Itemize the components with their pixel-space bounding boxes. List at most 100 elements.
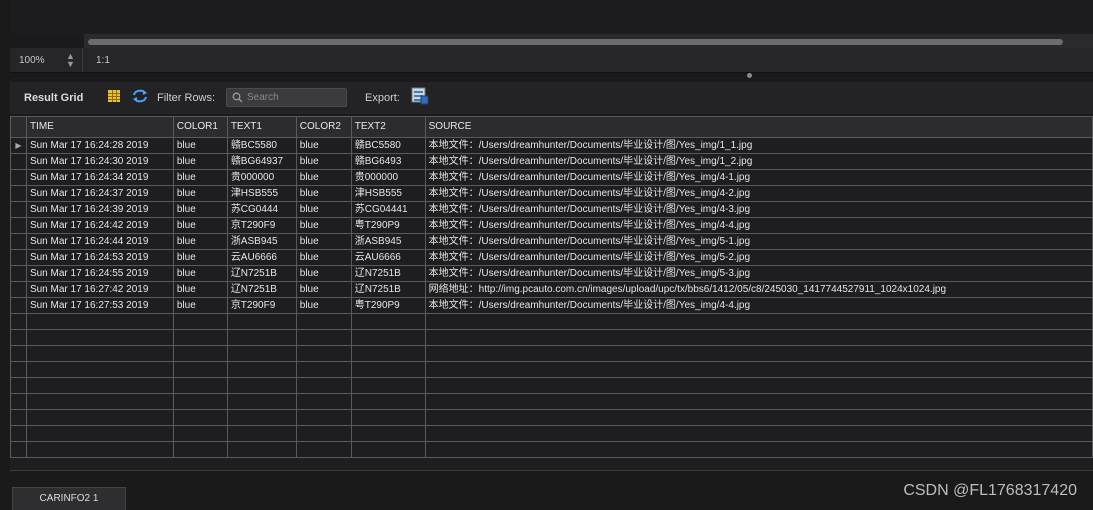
table-cell[interactable]: 本地文件：/Users/dreamhunter/Documents/毕业设计/图…: [424, 169, 1093, 186]
table-cell[interactable]: Sun Mar 17 16:24:44 2019: [25, 233, 174, 250]
table-cell[interactable]: blue: [172, 265, 228, 282]
result-grid[interactable]: TIME COLOR1 TEXT1 COLOR2 TEXT2 SOURCE ▶ S…: [10, 116, 1093, 470]
table-cell[interactable]: 云AU6666: [350, 249, 426, 266]
table-cell[interactable]: [350, 425, 426, 442]
table-cell[interactable]: [424, 393, 1093, 410]
table-cell[interactable]: [424, 361, 1093, 378]
table-row[interactable]: Sun Mar 17 16:24:37 2019 blue 津HSB555 blue 津…: [10, 185, 1093, 202]
empty-row[interactable]: [10, 361, 1093, 378]
empty-row[interactable]: [10, 345, 1093, 362]
table-cell[interactable]: 本地文件：/Users/dreamhunter/Documents/毕业设计/图…: [424, 217, 1093, 234]
table-cell[interactable]: [295, 409, 352, 426]
table-cell[interactable]: blue: [172, 281, 228, 298]
table-row[interactable]: ▶ Sun Mar 17 16:24:28 2019 blue 赣BC5580 blue…: [10, 137, 1093, 154]
table-row[interactable]: Sun Mar 17 16:24:55 2019 blue 辽N7251B blue 辽…: [10, 265, 1093, 282]
table-cell[interactable]: [424, 377, 1093, 394]
table-cell[interactable]: [25, 361, 174, 378]
table-cell[interactable]: 津HSB555: [226, 185, 297, 202]
table-cell[interactable]: blue: [295, 217, 352, 234]
table-cell[interactable]: [25, 345, 174, 362]
table-cell[interactable]: [424, 313, 1093, 330]
row-header[interactable]: [10, 393, 27, 410]
table-cell[interactable]: 津HSB555: [350, 185, 426, 202]
table-cell[interactable]: [350, 329, 426, 346]
table-cell[interactable]: Sun Mar 17 16:27:42 2019: [25, 281, 174, 298]
table-cell[interactable]: 赣BG64937: [226, 153, 297, 170]
table-cell[interactable]: [172, 377, 228, 394]
grid-view-icon[interactable]: [108, 90, 120, 102]
table-cell[interactable]: blue: [295, 137, 352, 154]
table-row[interactable]: Sun Mar 17 16:27:53 2019 blue 京T290F9 blue 粤…: [10, 297, 1093, 314]
filter-search-box[interactable]: [226, 88, 347, 107]
table-cell[interactable]: 赣BC5580: [226, 137, 297, 154]
table-cell[interactable]: [226, 329, 297, 346]
stepper-icon[interactable]: ▲ ▼: [66, 52, 75, 69]
table-cell[interactable]: blue: [295, 169, 352, 186]
horizontal-scrollbar-thumb[interactable]: [88, 39, 1063, 45]
table-cell[interactable]: 本地文件：/Users/dreamhunter/Documents/毕业设计/图…: [424, 201, 1093, 218]
table-cell[interactable]: [424, 345, 1093, 362]
table-cell[interactable]: blue: [172, 217, 228, 234]
table-cell[interactable]: Sun Mar 17 16:24:28 2019: [25, 137, 174, 154]
table-cell[interactable]: [25, 441, 174, 458]
row-header[interactable]: ▶: [10, 137, 27, 154]
table-row[interactable]: Sun Mar 17 16:27:42 2019 blue 辽N7251B blue 辽…: [10, 281, 1093, 298]
table-cell[interactable]: [25, 329, 174, 346]
table-cell[interactable]: 赣BG6493: [350, 153, 426, 170]
table-cell[interactable]: 浙ASB945: [350, 233, 426, 250]
table-cell[interactable]: [350, 345, 426, 362]
table-cell[interactable]: [25, 425, 174, 442]
table-cell[interactable]: [172, 393, 228, 410]
table-cell[interactable]: Sun Mar 17 16:24:30 2019: [25, 153, 174, 170]
empty-row[interactable]: [10, 377, 1093, 394]
table-cell[interactable]: [295, 345, 352, 362]
table-cell[interactable]: [226, 441, 297, 458]
table-cell[interactable]: 本地文件：/Users/dreamhunter/Documents/毕业设计/图…: [424, 137, 1093, 154]
table-cell[interactable]: 网络地址：http://img.pcauto.com.cn/images/upl…: [424, 281, 1093, 298]
table-cell[interactable]: [25, 313, 174, 330]
column-header-text2[interactable]: TEXT2: [350, 116, 426, 138]
row-header[interactable]: [10, 249, 27, 266]
table-cell[interactable]: 云AU6666: [226, 249, 297, 266]
table-cell[interactable]: [295, 377, 352, 394]
row-header[interactable]: [10, 233, 27, 250]
table-cell[interactable]: [295, 361, 352, 378]
empty-row[interactable]: [10, 329, 1093, 346]
table-cell[interactable]: [226, 425, 297, 442]
table-cell[interactable]: [226, 409, 297, 426]
table-cell[interactable]: 本地文件：/Users/dreamhunter/Documents/毕业设计/图…: [424, 233, 1093, 250]
table-cell[interactable]: [172, 409, 228, 426]
table-cell[interactable]: 辽N7251B: [226, 281, 297, 298]
table-cell[interactable]: [424, 441, 1093, 458]
row-header[interactable]: [10, 361, 27, 378]
table-cell[interactable]: 浙ASB945: [226, 233, 297, 250]
table-row[interactable]: Sun Mar 17 16:24:53 2019 blue 云AU6666 blue 云…: [10, 249, 1093, 266]
table-cell[interactable]: 本地文件：/Users/dreamhunter/Documents/毕业设计/图…: [424, 153, 1093, 170]
refresh-icon[interactable]: [131, 88, 149, 104]
column-header-color2[interactable]: COLOR2: [295, 116, 352, 138]
table-cell[interactable]: [226, 313, 297, 330]
row-header[interactable]: [10, 425, 27, 442]
row-header[interactable]: [10, 329, 27, 346]
column-header-text1[interactable]: TEXT1: [226, 116, 297, 138]
row-header[interactable]: [10, 345, 27, 362]
table-cell[interactable]: Sun Mar 17 16:24:39 2019: [25, 201, 174, 218]
row-header[interactable]: [10, 185, 27, 202]
table-cell[interactable]: Sun Mar 17 16:24:53 2019: [25, 249, 174, 266]
table-cell[interactable]: [25, 377, 174, 394]
empty-row[interactable]: [10, 425, 1093, 442]
table-cell[interactable]: blue: [172, 169, 228, 186]
row-header[interactable]: [10, 377, 27, 394]
row-header[interactable]: [10, 409, 27, 426]
export-icon[interactable]: [411, 87, 429, 105]
table-cell[interactable]: Sun Mar 17 16:24:55 2019: [25, 265, 174, 282]
table-cell[interactable]: [424, 409, 1093, 426]
table-cell[interactable]: [295, 393, 352, 410]
table-cell[interactable]: [424, 425, 1093, 442]
row-header[interactable]: [10, 169, 27, 186]
table-cell[interactable]: [295, 313, 352, 330]
table-cell[interactable]: [226, 361, 297, 378]
search-input[interactable]: [247, 89, 342, 106]
table-cell[interactable]: Sun Mar 17 16:24:42 2019: [25, 217, 174, 234]
row-header[interactable]: [10, 281, 27, 298]
